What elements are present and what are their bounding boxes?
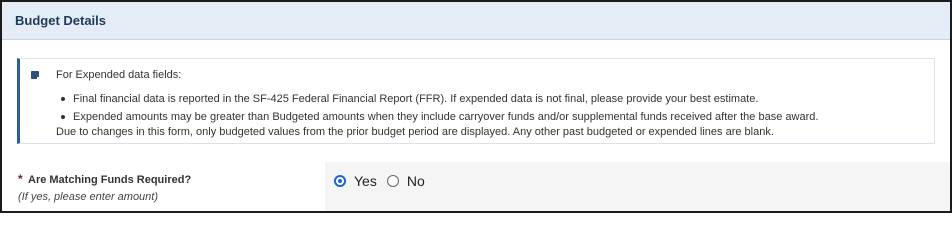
- option-yes[interactable]: Yes: [334, 173, 377, 189]
- radio-no-label[interactable]: No: [407, 173, 425, 189]
- info-callout: For Expended data fields: Final financia…: [17, 58, 935, 144]
- note-icon: [31, 71, 40, 80]
- radio-yes-label[interactable]: Yes: [354, 173, 377, 189]
- radio-no[interactable]: [386, 175, 399, 187]
- section-title: Budget Details: [15, 13, 107, 28]
- matching-funds-question: * Are Matching Funds Required? (If yes, …: [2, 162, 950, 211]
- info-bullet-item: Expended amounts may be greater than Bud…: [56, 108, 818, 126]
- info-footer-text: Due to changes in this form, only budget…: [56, 126, 774, 138]
- section-header: Budget Details: [2, 2, 950, 40]
- question-label: Are Matching Funds Required?: [28, 174, 192, 186]
- option-no[interactable]: No: [386, 173, 425, 189]
- budget-details-panel: Budget Details For Expended data fields:…: [0, 0, 952, 213]
- question-hint: (If yes, please enter amount): [18, 191, 159, 203]
- required-marker: *: [18, 172, 23, 186]
- info-bullet-list: Final financial data is reported in the …: [56, 90, 818, 126]
- matching-funds-radio-group: Yes No: [334, 173, 425, 189]
- info-heading: For Expended data fields:: [56, 69, 182, 81]
- info-bullet-item: Final financial data is reported in the …: [56, 90, 818, 108]
- radio-yes[interactable]: [334, 175, 346, 187]
